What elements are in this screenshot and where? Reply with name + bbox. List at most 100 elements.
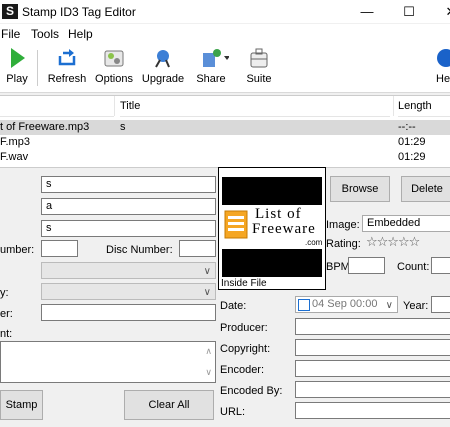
copyright-field[interactable] [295,339,450,356]
chevron-down-icon: ∨ [203,287,211,298]
art-caption: Inside File [221,278,267,289]
column-separator[interactable] [114,96,115,116]
menu-help[interactable]: Help [68,27,93,41]
genre-combo[interactable]: ∨ [41,262,216,279]
scroll-down-icon[interactable]: ∨ [205,365,212,380]
browse-button[interactable]: Browse [330,176,390,202]
file-name-cell: t of Freeware.mp3 [0,121,90,133]
help-label: He [436,73,450,85]
file-name-cell: F.mp3 [0,136,30,148]
options-icon [102,47,126,69]
upgrade-icon [151,47,175,69]
share-button[interactable]: Share [193,46,230,90]
composer-field[interactable] [41,304,216,321]
window-title: Stamp ID3 Tag Editor [22,5,136,19]
options-label: Options [95,73,133,85]
file-name-cell: F.wav [0,151,29,163]
column-header-name[interactable] [0,96,114,117]
album-field[interactable]: s [41,220,216,237]
comment-textarea[interactable]: ∧ ∨ [0,341,216,383]
artist-field[interactable]: a [41,198,216,215]
date-picker[interactable]: 04 Sep 00:00 ∨ [295,296,398,313]
length-cell: --:-- [398,121,416,133]
image-label: Image: [326,219,360,231]
url-field[interactable] [295,402,450,419]
refresh-button[interactable]: Refresh [45,46,89,90]
menu-tools[interactable]: Tools [31,27,59,41]
image-combo[interactable]: Embedded [362,215,450,232]
star-icon: ☆☆☆☆☆ [366,234,420,249]
encoder-label: Encoder: [220,364,265,376]
encoder-field[interactable] [295,360,450,377]
app-icon: S [2,4,18,19]
suite-label: Suite [246,73,272,85]
url-label: URL: [220,406,246,418]
chevron-down-icon: ∨ [203,266,211,277]
maximize-button[interactable]: ☐ [394,2,424,21]
share-icon [199,47,230,69]
suite-button[interactable]: Suite [241,46,277,90]
options-button[interactable]: Options [93,46,135,90]
length-cell: 01:29 [398,136,426,148]
share-label: Share [196,73,226,85]
disc-number-field[interactable] [179,240,216,257]
table-row[interactable]: F.mp3 01:29 [0,135,450,150]
track-number-label: umber: [0,244,35,256]
genre-label: y: [0,287,9,299]
toolbar-separator [37,50,38,86]
category-combo[interactable]: ∨ [41,283,216,300]
column-separator[interactable] [393,96,394,116]
suite-icon [247,47,271,69]
art-black-band [222,177,322,205]
year-field[interactable] [431,296,450,313]
encoded-by-field[interactable] [295,381,450,398]
list-of-freeware-logo: List of Freeware .com [222,205,322,249]
rating-label: Rating: [326,238,361,250]
producer-label: Producer: [220,322,268,334]
encoded-by-label: Encoded By: [220,385,283,397]
play-label: Play [6,73,28,85]
help-button[interactable]: He [432,46,450,90]
table-row[interactable]: F.wav 01:29 [0,150,450,165]
menu-file[interactable]: File [1,27,20,41]
bpm-field[interactable] [348,257,385,274]
disc-number-label: Disc Number: [106,244,173,256]
date-value: 04 Sep 00:00 [312,298,378,310]
play-button[interactable]: Play [2,46,32,90]
producer-field[interactable] [295,318,450,335]
copyright-label: Copyright: [220,343,271,355]
art-black-band [222,249,322,277]
upgrade-label: Upgrade [141,73,185,85]
refresh-label: Refresh [47,73,87,85]
date-checkbox[interactable] [298,299,310,311]
track-number-field[interactable] [41,240,78,257]
title-cell: s [120,121,126,133]
table-row[interactable]: t of Freeware.mp3 s --:-- [0,120,450,135]
composer-label: er: [0,308,13,320]
play-icon [5,47,29,69]
logo-line-2: Freeware [252,221,316,237]
close-button[interactable]: ✕ [436,2,450,21]
clear-all-button[interactable]: Clear All [124,390,214,420]
upgrade-button[interactable]: Upgrade [140,46,186,90]
delete-button[interactable]: Delete [401,176,450,202]
album-art-frame[interactable]: List of Freeware .com Inside File [218,167,326,290]
title-field[interactable]: s [41,176,216,193]
date-label: Date: [220,300,247,312]
scroll-up-icon[interactable]: ∧ [205,344,212,359]
chevron-down-icon: ∨ [385,300,393,311]
logo-line-3: .com [305,238,323,247]
minimize-button[interactable]: — [352,2,382,21]
count-label: Count: [397,261,430,273]
rating-stars[interactable]: ☆☆☆☆☆ [366,234,420,250]
stamp-button[interactable]: Stamp [0,390,43,420]
column-header-length[interactable]: Length [398,96,450,117]
refresh-icon [55,47,79,69]
length-cell: 01:29 [398,151,426,163]
count-field[interactable] [431,257,450,274]
year-label: Year: [403,300,429,312]
help-icon [432,47,450,69]
comment-label: nt: [0,328,13,340]
column-header-title[interactable]: Title [120,96,390,117]
notepad-icon [224,210,248,239]
